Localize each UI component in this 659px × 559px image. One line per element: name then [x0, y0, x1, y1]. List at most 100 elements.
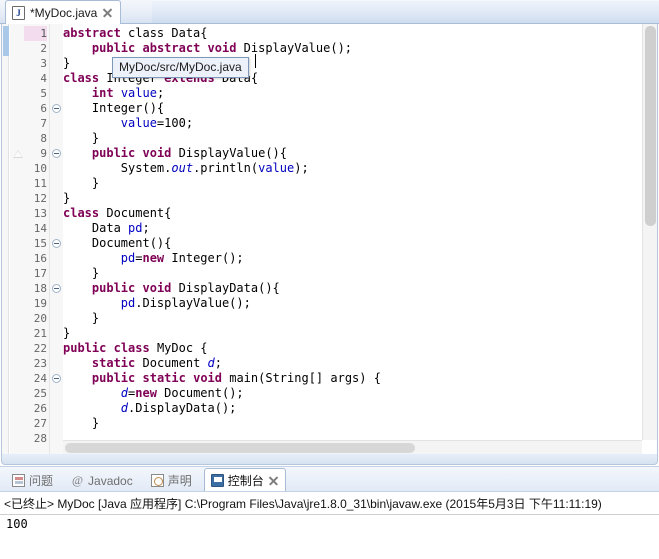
- line-number: 24: [33, 372, 47, 385]
- line-number: 23: [33, 357, 47, 370]
- fold-collapse-icon[interactable]: [52, 374, 61, 383]
- console-tab-label: 声明: [167, 474, 192, 488]
- fold-collapse-icon[interactable]: [52, 239, 61, 248]
- line-number: 9: [40, 147, 47, 160]
- editor-horizontal-scroll-thumb[interactable]: [65, 443, 415, 453]
- warning-marker-icon[interactable]: [13, 150, 23, 158]
- console-tab-bar: 问题 @ Javadoc 声明 控制台: [0, 466, 659, 492]
- code-line: }: [63, 191, 71, 205]
- code-line: public void DisplayData(){: [91, 281, 280, 295]
- javadoc-icon: @: [71, 473, 84, 487]
- line-number: 26: [33, 402, 47, 415]
- console-tab-label: 控制台: [227, 474, 264, 488]
- code-line: public class MyDoc {: [63, 341, 208, 355]
- code-line: }: [63, 176, 100, 190]
- console-icon: [210, 474, 224, 487]
- console-part: 问题 @ Javadoc 声明 控制台 <已终止> MyDoc [Java 应用程序] …: [0, 466, 659, 559]
- code-line: }: [63, 56, 71, 70]
- change-ruler: [2, 24, 9, 454]
- fold-collapse-icon[interactable]: [52, 149, 61, 158]
- line-number: 19: [33, 297, 47, 310]
- close-icon[interactable]: [102, 7, 113, 18]
- line-number: 18: [33, 282, 47, 295]
- console-tab-label: 问题: [29, 474, 54, 488]
- line-number: 12: [33, 192, 47, 205]
- folding-ruler[interactable]: [50, 24, 63, 454]
- file-path-tooltip: MyDoc/src/MyDoc.java: [112, 57, 249, 78]
- code-line: }: [63, 326, 71, 340]
- code-line: pd.DisplayValue();: [120, 296, 251, 310]
- code-line: }: [63, 416, 100, 430]
- code-line: value=100;: [120, 116, 194, 130]
- line-number: 16: [33, 252, 47, 265]
- code-line: public void DisplayValue(){: [91, 146, 287, 160]
- code-line: public static void main(String[] args) {: [91, 371, 381, 385]
- code-line: System.out.println(value);: [63, 161, 309, 175]
- editor-tab-bar-empty-area: [152, 1, 659, 23]
- marker-ruler[interactable]: [10, 24, 25, 454]
- line-number: 3: [40, 57, 47, 70]
- editor-tab-label: *MyDoc.java: [30, 5, 98, 20]
- code-line: class Document{: [63, 206, 172, 220]
- code-line: d.DisplayData();: [120, 401, 237, 415]
- fold-collapse-icon[interactable]: [52, 284, 61, 293]
- console-output-text: 100: [6, 517, 28, 531]
- changed-line-indicator: [3, 26, 9, 41]
- line-number: 7: [40, 117, 47, 130]
- close-icon[interactable]: [268, 475, 279, 486]
- console-divider: [0, 514, 659, 515]
- line-number: 27: [33, 417, 47, 430]
- line-number: 13: [33, 207, 47, 220]
- line-number: 6: [40, 102, 47, 115]
- line-number: 5: [40, 87, 47, 100]
- console-tab-javadoc[interactable]: @ Javadoc: [65, 469, 139, 492]
- code-line: }: [63, 266, 100, 280]
- editor-tab-mydoc[interactable]: *MyDoc.java: [5, 0, 122, 24]
- code-line: Data pd;: [63, 221, 150, 235]
- editor-body[interactable]: 1 2 3 4 5 6 7 8 9 10 11 12 13 14 15 16 17 18 19 20 21 22 23 24 2…: [1, 24, 658, 454]
- console-body[interactable]: <已终止> MyDoc [Java 应用程序] C:\Program Files…: [0, 491, 659, 559]
- code-line: static Document d;: [91, 356, 222, 370]
- line-number: 14: [33, 222, 47, 235]
- line-number: 10: [33, 162, 47, 175]
- problems-icon: [12, 474, 25, 487]
- eclipse-window: *MyDoc.java 1234567891011121314151617181…: [0, 0, 659, 559]
- text-caret: [255, 54, 256, 68]
- line-number: 28: [33, 432, 47, 445]
- console-tab-problems[interactable]: 问题: [6, 469, 59, 492]
- line-number: 11: [33, 177, 47, 190]
- declaration-icon: [150, 474, 164, 487]
- console-tab-declaration[interactable]: 声明: [145, 469, 198, 492]
- line-number: 21: [33, 327, 47, 340]
- line-number-ruler: 1 2 3 4 5 6 7 8 9 10 11 12 13 14 15 16 17 18 19 20 21 22 23 24 2…: [24, 24, 50, 454]
- code-line: d=new Document();: [120, 386, 244, 400]
- line-number: 2: [40, 42, 47, 55]
- java-file-icon: [12, 5, 25, 21]
- code-line: }: [63, 131, 100, 145]
- code-line: int value;: [91, 86, 165, 100]
- editor-part: *MyDoc.java 1234567891011121314151617181…: [0, 0, 659, 466]
- code-line: abstract class Data{: [63, 26, 208, 40]
- editor-bottom-edge: [1, 454, 658, 465]
- code-line: public abstract void DisplayValue();: [91, 41, 353, 55]
- code-text-area[interactable]: abstract class Data{ public abstract voi…: [63, 24, 641, 440]
- changed-line-indicator: [3, 41, 9, 56]
- fold-collapse-icon[interactable]: [52, 104, 61, 113]
- console-launch-header: <已终止> MyDoc [Java 应用程序] C:\Program Files…: [4, 497, 602, 511]
- line-number: 25: [33, 387, 47, 400]
- console-tab-label: Javadoc: [88, 473, 133, 488]
- line-number: 8: [40, 132, 47, 145]
- code-line: }: [63, 311, 100, 325]
- editor-vertical-scroll-thumb[interactable]: [645, 26, 656, 226]
- line-number: 4: [40, 72, 47, 85]
- editor-vertical-scrollbar[interactable]: [642, 24, 657, 440]
- code-line: Document(){: [63, 236, 172, 250]
- code-line: pd=new Integer();: [120, 251, 244, 265]
- line-number: 1: [24, 26, 47, 41]
- console-tab-console[interactable]: 控制台: [203, 468, 286, 492]
- editor-horizontal-scrollbar[interactable]: [63, 440, 642, 454]
- line-number: 17: [33, 267, 47, 280]
- line-number: 20: [33, 312, 47, 325]
- line-number: 22: [33, 342, 47, 355]
- editor-tab-bar: *MyDoc.java: [0, 0, 659, 24]
